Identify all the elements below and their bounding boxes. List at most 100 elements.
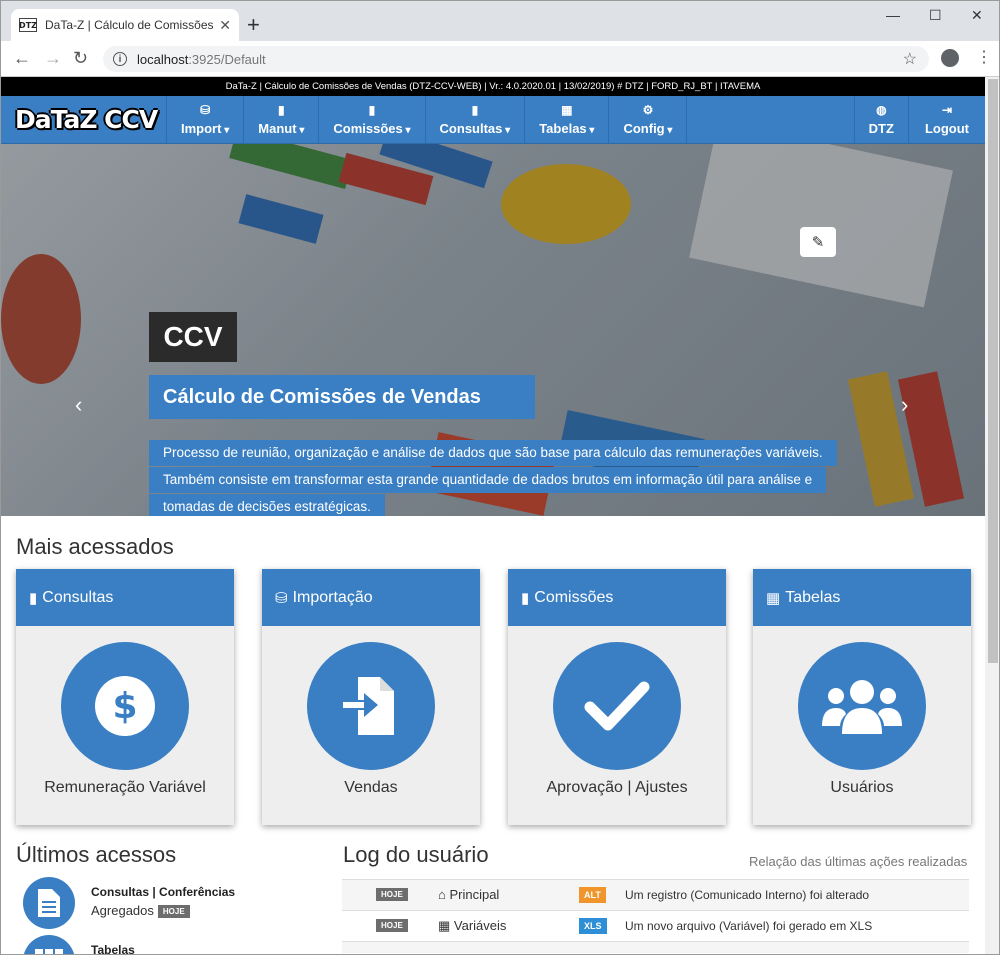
nav-label: Consultas <box>440 121 511 136</box>
nav-label: Manut <box>258 121 304 136</box>
card-consultas[interactable]: ▮ Consultas $ Remuneração Variável <box>16 569 234 825</box>
file-icon: ▮ <box>278 103 285 117</box>
svg-text:$: $ <box>112 686 137 727</box>
file-text-icon: ▮ <box>29 589 38 607</box>
nav-consultas[interactable]: ▮ Consultas <box>424 96 525 143</box>
log-page: ⌂ Principal <box>438 887 499 902</box>
close-tab-icon[interactable]: ✕ <box>219 17 231 34</box>
last-access-item[interactable]: Consultas | Conferências Agregados HOJE <box>23 877 323 933</box>
document-icon <box>23 877 75 929</box>
last-access-sub: Agregados HOJE <box>91 903 190 919</box>
page-scrollbar[interactable] <box>985 77 999 954</box>
hero-carousel: CCV Cálculo de Comissões de Vendas Proce… <box>1 144 985 516</box>
nav-label: DTZ <box>868 121 894 136</box>
reload-icon[interactable]: ↻ <box>73 48 88 69</box>
check-icon <box>553 642 681 770</box>
dollar-icon: $ <box>61 642 189 770</box>
most-accessed-title: Mais acessados <box>16 534 174 559</box>
card-label: Remuneração Variável <box>44 779 206 796</box>
log-type-badge: XLS <box>579 918 607 934</box>
nav-logout[interactable]: ⇥ Logout <box>907 96 985 143</box>
menu-kebab-icon[interactable]: ⋮ <box>976 47 992 67</box>
log-caption: Relação das últimas ações realizadas <box>749 854 968 869</box>
carousel-badge: CCV <box>149 312 237 362</box>
profile-icon[interactable] <box>941 49 959 67</box>
log-page: ▦ Variáveis <box>438 918 506 934</box>
gear-icon: ⚙ <box>642 103 654 117</box>
carousel-line: tomadas de decisões estratégicas. <box>149 494 385 516</box>
card-head-label: Consultas <box>42 588 114 606</box>
nav-import[interactable]: ⛁ Import <box>166 96 243 143</box>
nav-comissoes[interactable]: ▮ Comissões <box>318 96 424 143</box>
today-badge: HOJE <box>157 905 190 919</box>
forward-icon[interactable]: → <box>44 48 62 69</box>
nav-dtz[interactable]: ◍ DTZ <box>853 96 908 143</box>
log-date-badge: HOJE <box>376 919 408 932</box>
last-access-title-text: Consultas | Conferências <box>91 885 236 899</box>
log-message: Um novo arquivo (Variável) foi gerado em… <box>625 919 873 933</box>
carousel-title: Cálculo de Comissões de Vendas <box>149 375 535 419</box>
card-label: Vendas <box>344 779 398 796</box>
table-icon: ▦ <box>438 918 454 933</box>
import-file-icon <box>307 642 435 770</box>
file-dollar-icon: ▮ <box>521 589 530 607</box>
info-icon[interactable]: i <box>113 52 127 66</box>
carousel-next-icon[interactable]: › <box>901 392 908 418</box>
app-logo[interactable]: DaTaZ CCV <box>1 96 166 143</box>
favicon: DTZ <box>19 18 37 32</box>
database-icon: ⛁ <box>200 103 211 117</box>
log-row: HOJE ▦ Variáveis XLS Um novo arquivo (Va… <box>342 910 969 941</box>
nav-label: Config <box>623 121 672 136</box>
card-comissoes[interactable]: ▮ Comissões Aprovação | Ajustes <box>508 569 726 825</box>
log-title: Log do usuário <box>343 842 489 867</box>
back-icon[interactable]: ← <box>13 48 31 69</box>
log-page-label: Variáveis <box>453 918 507 933</box>
bookmark-star-icon[interactable]: ☆ <box>903 49 917 69</box>
card-head-label: Comissões <box>534 588 614 606</box>
minimize-icon[interactable]: — <box>886 7 900 23</box>
card-label: Usuários <box>830 779 894 796</box>
page-content: DaTa-Z | Cálculo de Comissões de Vendas … <box>1 77 985 954</box>
browser-window: DTZ DaTa-Z | Cálculo de Comissões de Ven… <box>0 0 1000 955</box>
edit-pencil-icon[interactable]: ✎ <box>800 227 836 257</box>
main-navbar: DaTaZ CCV ⛁ Import ▮ Manut ▮ Comissões ▮ Con… <box>1 96 985 144</box>
system-info-bar: DaTa-Z | Cálculo de Comissões de Vendas … <box>1 77 985 96</box>
nav-label: Logout <box>924 121 969 136</box>
carousel-description: Processo de reunião, organização e análi… <box>149 440 837 516</box>
last-access-item[interactable]: Tabelas <box>23 935 323 954</box>
maximize-icon[interactable]: ☐ <box>929 7 942 24</box>
card-tabelas[interactable]: ▦ Tabelas Usuários <box>753 569 971 825</box>
database-icon: ⛁ <box>275 589 288 607</box>
address-bar: ← → ↻ i localhost:3925/Default ☆ ⋮ <box>1 41 999 77</box>
card-importacao[interactable]: ⛁ Importação Vendas <box>262 569 480 825</box>
globe-icon: ◍ <box>876 103 887 117</box>
log-row <box>342 941 969 953</box>
scrollbar-thumb[interactable] <box>988 79 998 663</box>
new-tab-icon[interactable]: + <box>247 12 260 38</box>
nav-config[interactable]: ⚙ Config <box>608 96 686 143</box>
table-icon: ▦ <box>561 103 573 117</box>
log-row: HOJE ⌂ Principal ALT Um registro (Comuni… <box>342 879 969 910</box>
carousel-line: Processo de reunião, organização e análi… <box>149 440 837 466</box>
home-icon: ⌂ <box>438 887 450 902</box>
nav-label: Import <box>181 121 229 136</box>
log-date-badge: HOJE <box>376 888 408 901</box>
card-head-label: Importação <box>292 588 373 606</box>
url-input[interactable]: i localhost:3925/Default ☆ <box>103 46 929 72</box>
nav-label: Comissões <box>333 121 410 136</box>
carousel-line: Também consiste em transformar esta gran… <box>149 467 827 493</box>
log-page-label: Principal <box>449 887 500 902</box>
url-host: localhost <box>137 51 189 67</box>
log-table: HOJE ⌂ Principal ALT Um registro (Comuni… <box>342 879 969 953</box>
file-text-icon: ▮ <box>471 103 479 117</box>
table-icon <box>23 935 75 954</box>
url-path: :3925/Default <box>188 51 266 67</box>
close-window-icon[interactable]: ✕ <box>971 7 983 24</box>
tab-title: DaTa-Z | Cálculo de Comissões de Vendas <box>45 18 215 32</box>
nav-manut[interactable]: ▮ Manut <box>243 96 318 143</box>
users-icon <box>798 642 926 770</box>
nav-tabelas[interactable]: ▦ Tabelas <box>524 96 608 143</box>
carousel-prev-icon[interactable]: ‹ <box>75 392 82 418</box>
log-type-badge: ALT <box>579 887 606 903</box>
browser-tab[interactable]: DTZ DaTa-Z | Cálculo de Comissões de Ven… <box>11 9 239 41</box>
